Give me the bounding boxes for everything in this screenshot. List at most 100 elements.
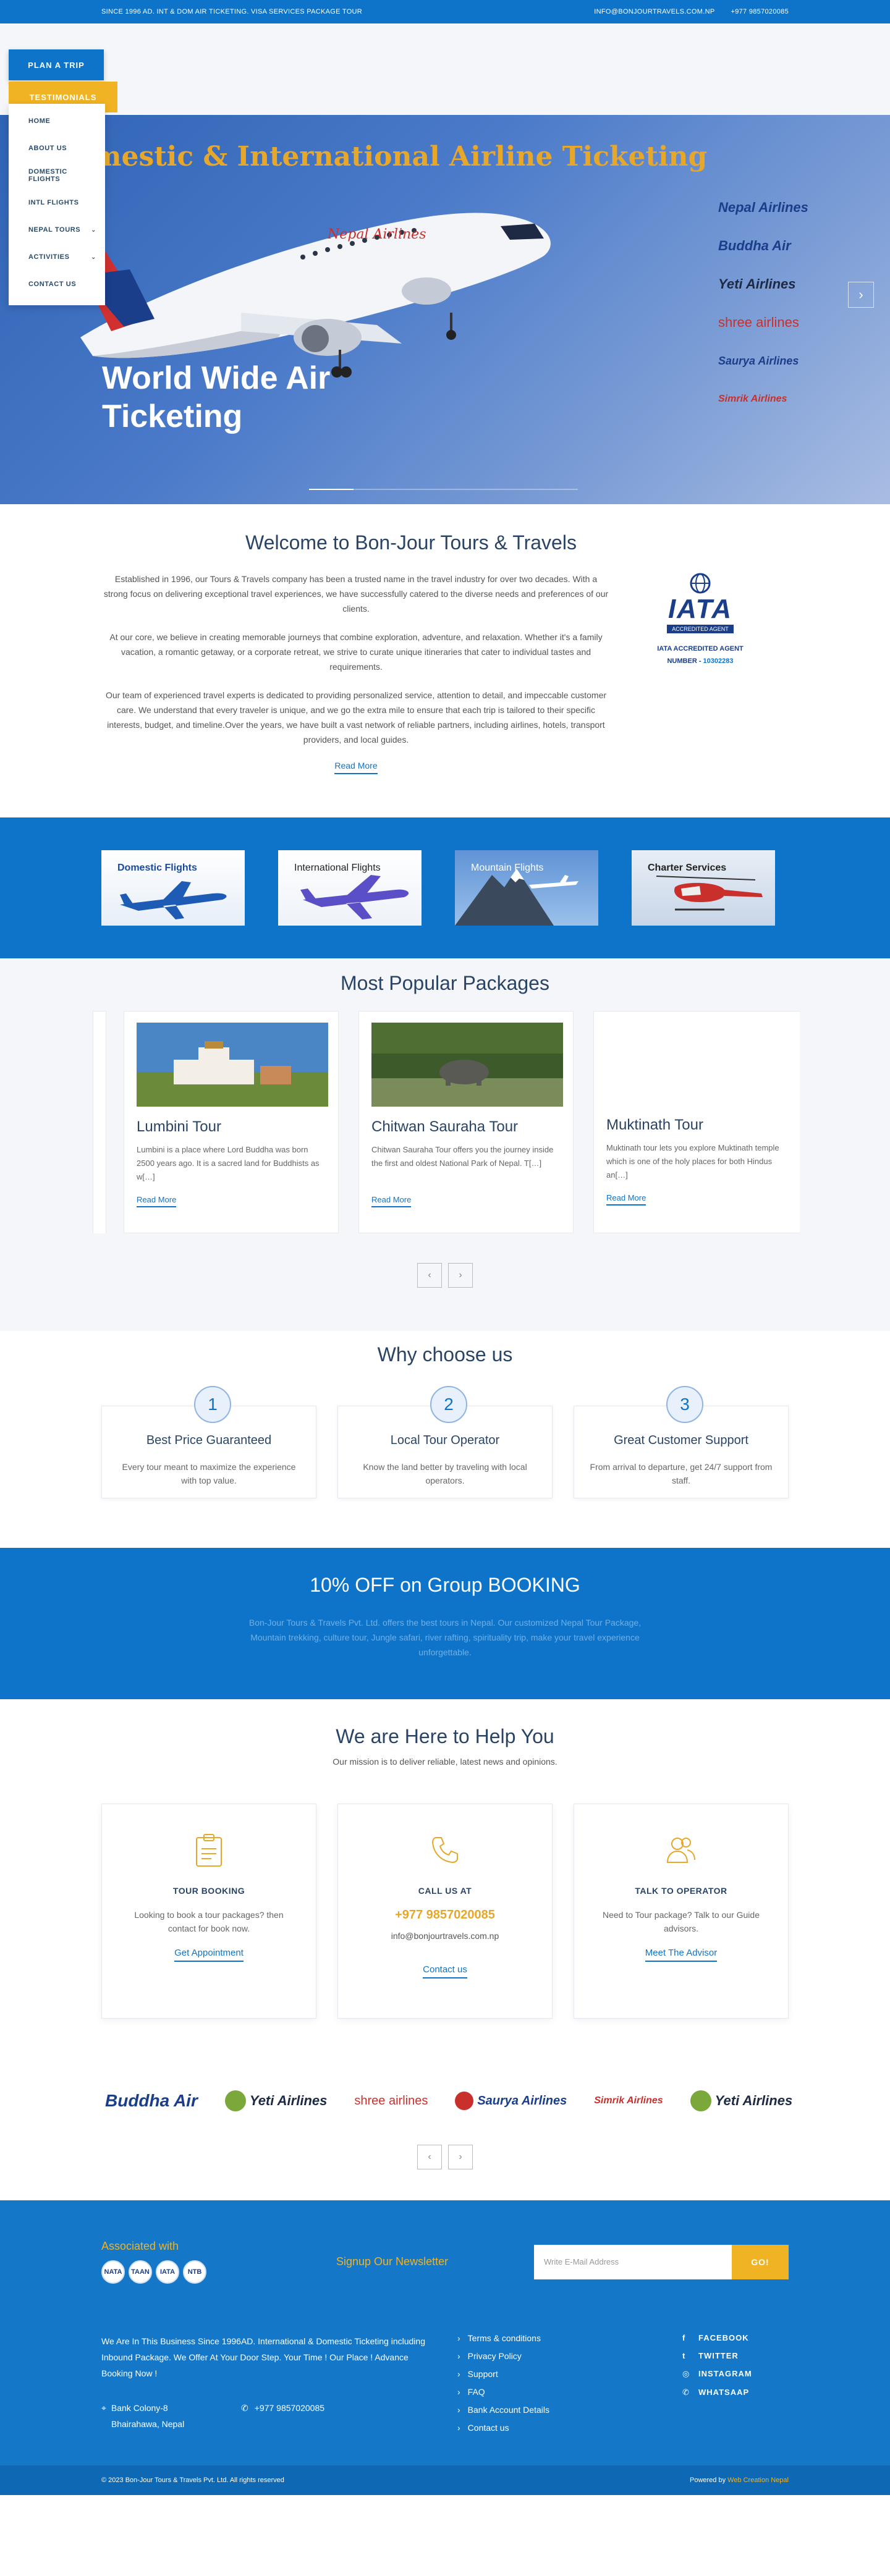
help-card-title: TALK TO OPERATOR <box>635 1886 727 1896</box>
newsletter-form: Write E-Mail Address GO! <box>534 2244 789 2279</box>
welcome-title: Welcome to Bon-Jour Tours & Travels <box>245 531 577 554</box>
plan-trip-button[interactable]: PLAN A TRIP <box>9 49 104 80</box>
package-read-more[interactable]: Read More <box>137 1195 177 1207</box>
partner-name: Simrik Airlines <box>594 2095 663 2106</box>
footer-top: Associated with NATA TAAN IATA NTB Signu… <box>0 2240 890 2284</box>
facebook-link[interactable]: f FACEBOOK <box>682 2333 749 2342</box>
association-logo: TAAN <box>129 2260 152 2284</box>
packages-title: Most Popular Packages <box>341 972 549 994</box>
contact-email[interactable]: info@bonjourtravels.com.np <box>338 1931 552 1941</box>
service-international-flights[interactable]: International Flights <box>278 850 422 926</box>
help-card-booking: TOUR BOOKING Looking to book a tour pack… <box>101 1804 316 2019</box>
next-button[interactable]: › <box>448 1263 473 1288</box>
help-subtitle: Our mission is to deliver reliable, late… <box>333 1757 557 1767</box>
service-domestic-flights[interactable]: Domestic Flights <box>101 850 245 926</box>
airline-logo: Nepal Airlines <box>718 195 842 220</box>
nav-activities[interactable]: ACTIVITIES ⌄ <box>9 243 105 271</box>
nav-nepal-tours[interactable]: NEPAL TOURS ⌄ <box>9 216 105 243</box>
services-strip: Domestic Flights International Flights M… <box>0 817 890 958</box>
contact-phone[interactable]: +977 9857020085 <box>338 1908 552 1922</box>
packages-section: Most Popular Packages Lumbini Tour Lumbi… <box>0 958 890 1331</box>
partners-carousel: Buddha Air Yeti Airlines shree airlines … <box>0 2073 797 2129</box>
iata-logo-text: IATA <box>668 594 733 624</box>
airline-logo: Buddha Air <box>718 234 842 258</box>
package-read-more[interactable]: Read More <box>606 1193 646 1206</box>
nav-home[interactable]: HOME <box>9 108 105 135</box>
footer-link[interactable]: FAQ <box>457 2387 682 2397</box>
powered-by-link[interactable]: Web Creation Nepal <box>727 2477 789 2484</box>
footer-main: We Are In This Business Since 1996AD. In… <box>0 2333 890 2441</box>
package-read-more[interactable]: Read More <box>371 1195 412 1207</box>
meet-advisor-link[interactable]: Meet The Advisor <box>645 1948 718 1962</box>
footer-link[interactable]: Bank Account Details <box>457 2405 682 2415</box>
partner-logo: Buddha Air <box>105 2091 198 2111</box>
airplane-icon <box>300 875 409 919</box>
powered-by-label: Powered by <box>689 2477 728 2484</box>
step-number: 2 <box>430 1386 467 1423</box>
iata-label: IATA ACCREDITED AGENT <box>657 645 744 652</box>
help-card-title: TOUR BOOKING <box>172 1886 245 1896</box>
footer-address: ⌖ Bank Colony-8 Bhairahawa, Nepal <box>101 2400 206 2432</box>
get-appointment-link[interactable]: Get Appointment <box>174 1948 244 1962</box>
copyright-bar: © 2023 Bon-Jour Tours & Travels Pvt. Ltd… <box>0 2465 890 2495</box>
read-more-label: Read More <box>334 761 378 774</box>
read-more-link[interactable]: Read More <box>103 761 609 774</box>
tagline: SINCE 1996 AD. INT & DOM AIR TICKETING. … <box>101 8 363 15</box>
partner-emblem <box>224 2090 246 2111</box>
header: PLAN A TRIP TESTIMONIALS <box>0 23 890 115</box>
why-choose-section: Why choose us 1 Best Price Guaranteed Ev… <box>0 1331 890 1548</box>
instagram-link[interactable]: ◎ INSTAGRAM <box>682 2369 752 2379</box>
service-charter[interactable]: Charter Services <box>632 850 775 926</box>
footer-link[interactable]: Privacy Policy <box>457 2351 682 2361</box>
footer-link[interactable]: Contact us <box>457 2423 682 2433</box>
help-card-call: CALL US AT +977 9857020085 info@bonjourt… <box>337 1804 553 2019</box>
service-label: Domestic Flights <box>117 863 197 873</box>
why-card-title: Great Customer Support <box>614 1434 748 1447</box>
package-card[interactable]: Chitwan Sauraha Tour Chitwan Sauraha Tou… <box>358 1011 574 1233</box>
prev-button[interactable]: ‹ <box>417 2145 442 2169</box>
next-button[interactable]: › <box>448 2145 473 2169</box>
partners-section: Buddha Air Yeti Airlines shree airlines … <box>0 2054 890 2200</box>
social-label: FACEBOOK <box>698 2333 749 2342</box>
nav-intl-flights[interactable]: INTL FLIGHTS <box>9 189 105 216</box>
phone-link[interactable]: +977 9857020085 <box>731 8 789 15</box>
newsletter-email-input[interactable]: Write E-Mail Address <box>534 2244 732 2279</box>
nav-domestic-flights[interactable]: DOMESTIC FLIGHTS <box>9 162 105 189</box>
phone-icon: ✆ <box>241 2403 248 2413</box>
facebook-icon: f <box>682 2333 686 2342</box>
prev-button[interactable]: ‹ <box>417 1263 442 1288</box>
iata-badge: IATA ACCREDITED AGENT IATA ACCREDITED AG… <box>654 572 747 665</box>
footer-phone[interactable]: ✆ +977 9857020085 <box>241 2400 324 2432</box>
iata-logo-subtext: ACCREDITED AGENT <box>667 625 734 633</box>
welcome-section: Welcome to Bon-Jour Tours & Travels Esta… <box>0 504 890 817</box>
slider-next-button[interactable]: › <box>848 282 874 308</box>
help-cards: TOUR BOOKING Looking to book a tour pack… <box>0 1804 890 2019</box>
hero-slider: mestic & International Airline Ticketing… <box>0 115 890 504</box>
service-mountain-flights[interactable]: Mountain Flights <box>455 850 598 926</box>
hero-banner-title: mestic & International Airline Ticketing <box>93 141 708 172</box>
nav-contact[interactable]: CONTACT US <box>9 271 105 298</box>
airline-name: Buddha Air <box>718 238 791 253</box>
mountain-icon <box>455 869 578 926</box>
location-pin-icon: ⌖ <box>101 2403 106 2413</box>
packages-carousel: Lumbini Tour Lumbini is a place where Lo… <box>93 1011 800 1233</box>
nav-about[interactable]: ABOUT US <box>9 135 105 162</box>
association-logo: IATA <box>156 2260 179 2284</box>
help-card-operator: TALK TO OPERATOR Need to Tour package? T… <box>574 1804 789 2019</box>
nav-label: DOMESTIC FLIGHTS <box>28 168 67 183</box>
why-card: 2 Local Tour Operator Know the land bett… <box>337 1386 553 1498</box>
contact-us-link[interactable]: Contact us <box>423 1964 467 1978</box>
airline-name: Nepal Airlines <box>718 200 808 215</box>
package-card[interactable]: Lumbini Tour Lumbini is a place where Lo… <box>124 1011 339 1233</box>
partner-logo: shree airlines <box>354 2094 428 2108</box>
email-link[interactable]: INFO@BONJOURTRAVELS.COM.NP <box>594 8 714 15</box>
package-name: Muktinath Tour <box>606 1117 703 1133</box>
airline-logos: Nepal Airlines Buddha Air Yeti Airlines … <box>718 195 842 412</box>
airplane-icon <box>120 881 227 919</box>
footer-link[interactable]: Support <box>457 2369 682 2379</box>
twitter-link[interactable]: t TWITTER <box>682 2351 738 2360</box>
package-card[interactable]: Muktinath Tour Muktinath tour lets you e… <box>593 1011 800 1233</box>
footer-link[interactable]: Terms & conditions <box>457 2333 682 2343</box>
whatsapp-link[interactable]: ✆ WHATSAAP <box>682 2388 748 2397</box>
newsletter-submit-button[interactable]: GO! <box>732 2244 789 2279</box>
